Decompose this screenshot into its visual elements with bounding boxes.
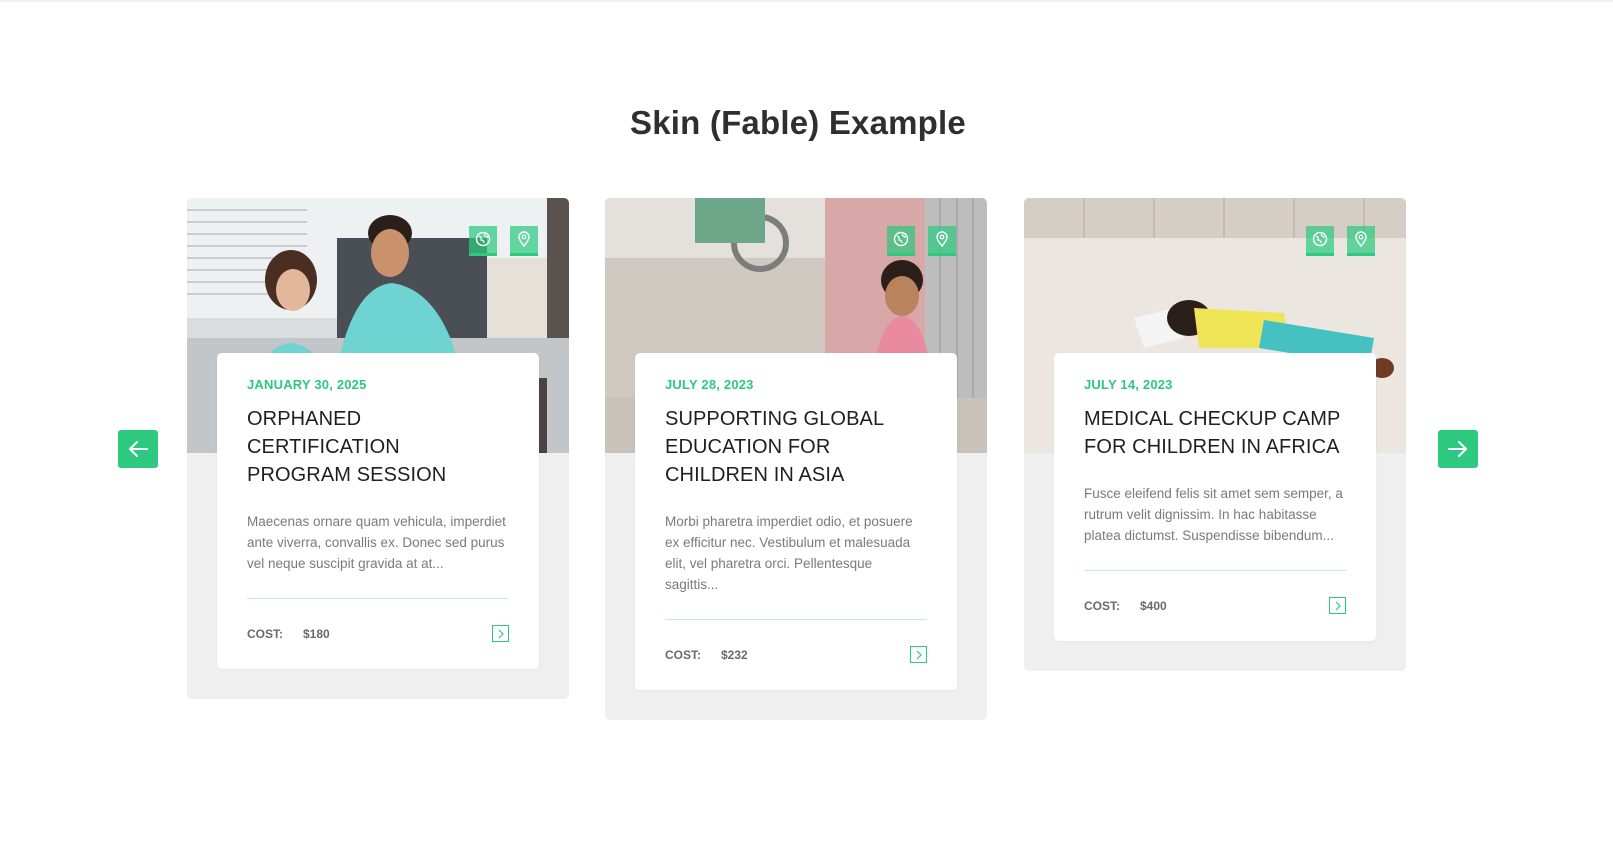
arrow-left-icon <box>129 441 148 457</box>
card-date: JULY 28, 2023 <box>665 377 754 392</box>
card-content: JULY 28, 2023 SUPPORTING GLOBAL EDUCATIO… <box>635 353 957 690</box>
map-pin-icon <box>1355 231 1367 247</box>
arrow-right-icon <box>1448 441 1467 457</box>
card-content: JULY 14, 2023 MEDICAL CHECKUP CAMP FOR C… <box>1054 353 1376 641</box>
category-icon-button[interactable] <box>887 226 915 256</box>
card-excerpt: Maecenas ornare quam vehicula, imperdiet… <box>247 514 506 571</box>
cost-value: $180 <box>303 627 330 641</box>
chevron-right-icon <box>916 650 922 660</box>
chevron-right-icon <box>1335 601 1341 611</box>
cost-label: COST: <box>247 627 283 641</box>
card-date: JULY 14, 2023 <box>1084 377 1173 392</box>
chevron-right-icon <box>498 629 504 639</box>
card-excerpt: Fusce eleifend felis sit amet sem semper… <box>1084 486 1343 543</box>
globe-icon <box>893 231 909 247</box>
carousel-prev-button[interactable] <box>118 430 158 468</box>
read-more-button[interactable] <box>910 646 927 663</box>
cost-label: COST: <box>665 648 701 662</box>
carousel-next-button[interactable] <box>1438 430 1478 468</box>
category-icon-button[interactable] <box>469 226 497 256</box>
event-card: JULY 28, 2023 SUPPORTING GLOBAL EDUCATIO… <box>605 198 987 720</box>
event-card: JANUARY 30, 2025 ORPHANED CERTIFICATION … <box>187 198 569 699</box>
location-icon-button[interactable] <box>510 226 538 256</box>
card-date: JANUARY 30, 2025 <box>247 377 367 392</box>
globe-icon <box>475 231 491 247</box>
card-title[interactable]: MEDICAL CHECKUP CAMP FOR CHILDREN IN AFR… <box>1084 405 1346 461</box>
globe-icon <box>1312 231 1328 247</box>
read-more-button[interactable] <box>492 625 509 642</box>
card-divider <box>665 619 927 620</box>
cost-label: COST: <box>1084 599 1120 613</box>
top-divider <box>0 0 1613 2</box>
map-pin-icon <box>518 231 530 247</box>
category-icon-button[interactable] <box>1306 226 1334 256</box>
card-footer: COST: $180 <box>247 625 509 643</box>
cost-value: $400 <box>1140 599 1167 613</box>
card-title[interactable]: ORPHANED CERTIFICATION PROGRAM SESSION <box>247 405 509 489</box>
section-title: Skin (Fable) Example <box>630 104 966 141</box>
read-more-button[interactable] <box>1329 597 1346 614</box>
card-title[interactable]: SUPPORTING GLOBAL EDUCATION FOR CHILDREN… <box>665 405 927 489</box>
card-divider <box>1084 570 1346 571</box>
card-divider <box>247 598 509 599</box>
card-footer: COST: $400 <box>1084 597 1346 615</box>
event-card: JULY 14, 2023 MEDICAL CHECKUP CAMP FOR C… <box>1024 198 1406 671</box>
card-footer: COST: $232 <box>665 646 927 664</box>
location-icon-button[interactable] <box>1347 226 1375 256</box>
card-excerpt: Morbi pharetra imperdiet odio, et posuer… <box>665 514 913 592</box>
cost-value: $232 <box>721 648 748 662</box>
location-icon-button[interactable] <box>928 226 956 256</box>
card-content: JANUARY 30, 2025 ORPHANED CERTIFICATION … <box>217 353 539 669</box>
map-pin-icon <box>936 231 948 247</box>
